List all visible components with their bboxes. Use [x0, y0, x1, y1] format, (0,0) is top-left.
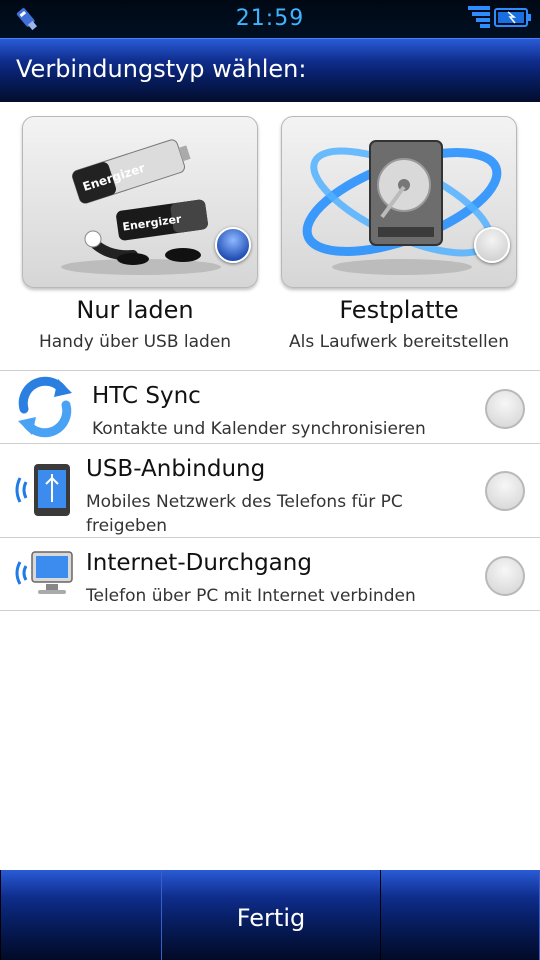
internet-passthrough-radio[interactable] — [485, 556, 525, 596]
charge-only-title: Nur laden — [76, 296, 194, 324]
list-item-htc-sync[interactable]: HTC Sync Kontakte und Kalender synchroni… — [0, 371, 540, 443]
page-title: Verbindungstyp wählen: — [16, 55, 307, 83]
list-item-subtitle: Mobiles Netzwerk des Telefons für PC fre… — [86, 492, 403, 536]
list-item-title: Internet-Durchgang — [86, 550, 312, 576]
charge-only-subtitle: Handy über USB laden — [38, 332, 232, 352]
battery-icon — [494, 8, 531, 27]
option-hard-disk[interactable] — [281, 116, 517, 288]
list-item-internet-passthrough[interactable]: Internet-Durchgang Telefon über PC mit I… — [0, 538, 540, 610]
option-charge-only[interactable]: Energizer Energizer — [22, 116, 258, 288]
bottom-bar-right-segment — [380, 870, 540, 960]
divider — [0, 610, 540, 611]
title-bar: Verbindungstyp wählen: — [0, 38, 540, 102]
usb-tethering-radio[interactable] — [485, 471, 525, 511]
list-item-subtitle: Telefon über PC mit Internet verbinden — [86, 586, 416, 606]
bottom-bar-left-segment — [0, 870, 162, 960]
hard-disk-title: Festplatte — [339, 296, 459, 324]
battery-character-icon: Energizer Energizer — [61, 139, 221, 275]
hard-disk-icon — [302, 140, 502, 275]
primary-options: Energizer Energizer Nur laden Handy über… — [0, 102, 540, 370]
htc-sync-radio[interactable] — [485, 389, 525, 429]
list-item-subtitle: Kontakte und Kalender synchronisieren — [92, 419, 426, 439]
list-item-title: USB-Anbindung — [86, 456, 266, 482]
done-button[interactable]: Fertig — [162, 870, 380, 960]
charge-only-radio[interactable] — [215, 227, 251, 263]
clock: 21:59 — [235, 6, 305, 31]
connection-type-list: Energizer Energizer Nur laden Handy über… — [0, 102, 540, 870]
usb-tethering-icon — [15, 464, 70, 516]
status-bar: 21:59 — [0, 0, 540, 38]
internet-passthrough-icon — [15, 551, 73, 594]
signal-icon — [468, 6, 490, 28]
hard-disk-radio[interactable] — [474, 227, 510, 263]
list-item-usb-tethering[interactable]: USB-Anbindung Mobiles Netzwerk des Telef… — [0, 444, 540, 537]
bottom-bar: Fertig — [0, 870, 540, 960]
sync-icon — [18, 376, 72, 438]
hard-disk-subtitle: Als Laufwerk bereitstellen — [289, 332, 509, 352]
list-item-title: HTC Sync — [92, 383, 201, 409]
